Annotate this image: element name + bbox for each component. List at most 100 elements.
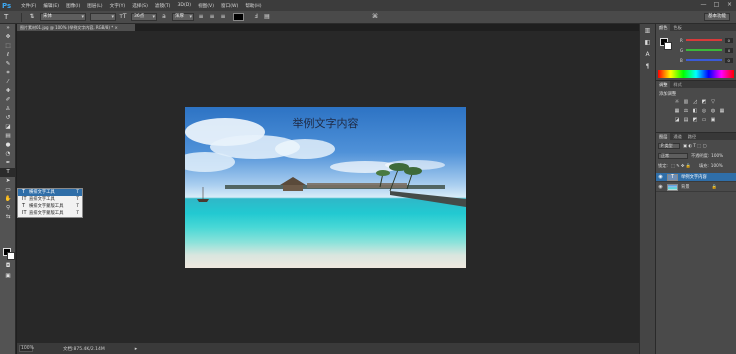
eraser-tool-icon[interactable]: ◪ xyxy=(0,123,16,132)
properties-panel-icon[interactable]: ◧ xyxy=(640,38,655,48)
3d-icon[interactable]: ⌘ xyxy=(371,13,379,21)
selective-color-icon[interactable]: ▣ xyxy=(710,117,716,123)
menu-image[interactable]: 图像(I) xyxy=(66,3,80,9)
pen-tool-icon[interactable]: ✒ xyxy=(0,159,16,168)
antialias-select[interactable]: 浑厚 xyxy=(172,13,194,21)
status-menu-arrow-icon[interactable]: ▸ xyxy=(135,346,138,352)
tab-channels[interactable]: 通道 xyxy=(670,133,684,140)
menu-select[interactable]: 选择(S) xyxy=(132,3,148,9)
healing-brush-tool-icon[interactable]: ✚ xyxy=(0,87,16,96)
blue-slider[interactable]: B 0 xyxy=(680,57,736,63)
layer-kind-filter[interactable]: P 类型 xyxy=(658,142,680,149)
filter-icons[interactable]: ▣ ◐ T ⬚ ▢ xyxy=(683,143,706,148)
brightness-icon[interactable]: ☼ xyxy=(674,99,680,105)
align-right-icon[interactable]: ≡ xyxy=(219,13,227,21)
red-slider[interactable]: R 0 xyxy=(680,37,736,43)
move-tool-icon[interactable]: ✥ xyxy=(0,33,16,42)
color-spectrum[interactable] xyxy=(658,70,734,78)
exposure-icon[interactable]: ◩ xyxy=(701,99,707,105)
close-button[interactable]: × xyxy=(725,1,734,9)
menu-filter[interactable]: 滤镜(T) xyxy=(155,3,171,9)
tab-color[interactable]: 颜色 xyxy=(656,24,671,31)
menu-help[interactable]: 帮助(H) xyxy=(245,3,261,9)
crop-tool-icon[interactable]: ⌗ xyxy=(0,69,16,78)
menu-view[interactable]: 视图(V) xyxy=(198,3,214,9)
menu-type[interactable]: 文字(Y) xyxy=(110,3,126,9)
blend-mode-select[interactable]: 正常 xyxy=(658,152,688,159)
slider-track[interactable] xyxy=(686,49,723,51)
visibility-eye-icon[interactable]: ◉ xyxy=(656,184,665,190)
slider-track[interactable] xyxy=(685,39,722,41)
align-left-icon[interactable]: ≡ xyxy=(197,13,205,21)
tab-styles[interactable]: 样式 xyxy=(670,81,684,88)
curves-icon[interactable]: ◿ xyxy=(692,99,698,105)
hand-tool-icon[interactable]: ✋ xyxy=(0,195,16,204)
green-slider[interactable]: G 0 xyxy=(680,47,736,53)
vibrance-icon[interactable]: ▽ xyxy=(710,99,716,105)
workspace-select[interactable]: 基本功能 xyxy=(704,13,730,21)
menu-window[interactable]: 窗口(W) xyxy=(221,3,238,9)
tab-swatches[interactable]: 色板 xyxy=(670,24,684,31)
background-color-swatch[interactable] xyxy=(7,252,15,260)
text-orientation-icon[interactable]: ⇅ xyxy=(28,13,36,21)
color-panel-background-swatch[interactable] xyxy=(664,42,672,50)
quick-mask-icon[interactable]: ◘ xyxy=(0,262,16,271)
maximize-button[interactable]: □ xyxy=(712,1,721,9)
threshold-icon[interactable]: ◩ xyxy=(692,117,698,123)
vertical-type-tool-item[interactable]: IT 直排文字工具 T xyxy=(18,196,82,203)
tab-paths[interactable]: 路径 xyxy=(685,133,699,140)
font-size-select[interactable]: 36点 xyxy=(131,13,157,21)
gradient-map-icon[interactable]: ▭ xyxy=(701,117,707,123)
slider-value[interactable]: 0 xyxy=(724,37,733,43)
type-tool-preset-icon[interactable]: T xyxy=(4,13,18,21)
opacity-value[interactable]: 100% xyxy=(711,153,723,158)
fill-value[interactable]: 100% xyxy=(711,163,723,168)
layer-text[interactable]: ◉ T 举例文字内容 xyxy=(656,173,736,182)
slider-value[interactable]: 0 xyxy=(725,47,734,53)
posterize-icon[interactable]: ▤ xyxy=(683,117,689,123)
path-select-tool-icon[interactable]: ➤ xyxy=(0,177,16,186)
slider-value[interactable]: 0 xyxy=(724,57,733,63)
paragraph-panel-icon[interactable]: ¶ xyxy=(640,62,655,72)
invert-icon[interactable]: ◪ xyxy=(674,117,680,123)
warp-text-icon[interactable]: Ⅎ xyxy=(252,13,260,21)
tab-adjustments[interactable]: 调整 xyxy=(656,81,671,88)
color-balance-icon[interactable]: ⚖ xyxy=(683,108,689,114)
image-canvas[interactable]: 举例文字内容 xyxy=(185,107,466,268)
text-color-swatch[interactable] xyxy=(233,13,244,21)
type-tool-icon[interactable]: T xyxy=(0,168,16,177)
lock-icons[interactable]: ⬚ ✎ ✥ 🔒 xyxy=(671,163,691,169)
quick-select-tool-icon[interactable]: ✎ xyxy=(0,60,16,69)
canvas-text-layer[interactable]: 举例文字内容 xyxy=(185,115,466,131)
font-family-select[interactable]: 宋体 xyxy=(40,13,86,21)
zoom-tool-icon[interactable]: ⚲ xyxy=(0,204,16,213)
dodge-tool-icon[interactable]: ◔ xyxy=(0,150,16,159)
brush-tool-icon[interactable]: ✐ xyxy=(0,96,16,105)
align-center-icon[interactable]: ≡ xyxy=(208,13,216,21)
menu-layer[interactable]: 图层(L) xyxy=(87,3,102,9)
tab-layers[interactable]: 图层 xyxy=(656,133,671,140)
levels-icon[interactable]: ▥ xyxy=(683,99,689,105)
character-panel-icon[interactable]: A xyxy=(640,50,655,60)
minimize-button[interactable]: — xyxy=(699,1,708,9)
visibility-eye-icon[interactable]: ◉ xyxy=(656,174,665,180)
collapse-icon[interactable]: » xyxy=(0,24,16,33)
photo-filter-icon[interactable]: ◎ xyxy=(701,108,707,114)
shape-tool-icon[interactable]: ▭ xyxy=(0,186,16,195)
horizontal-type-tool-item[interactable]: T 横排文字工具 T xyxy=(18,189,82,196)
lasso-tool-icon[interactable]: ℓ xyxy=(0,51,16,60)
slider-track[interactable] xyxy=(685,59,722,61)
color-lookup-icon[interactable]: ▦ xyxy=(719,108,725,114)
clone-stamp-tool-icon[interactable]: ♙ xyxy=(0,105,16,114)
horizontal-type-mask-tool-item[interactable]: T 横排文字蒙版工具 T xyxy=(18,203,82,210)
blur-tool-icon[interactable]: ● xyxy=(0,141,16,150)
menu-3d[interactable]: 3D(D) xyxy=(177,3,191,8)
vertical-type-mask-tool-item[interactable]: IT 直排文字蒙版工具 T xyxy=(18,210,82,217)
layer-background[interactable]: ◉ 背景 🔒 xyxy=(656,183,736,192)
layer-name[interactable]: 背景 xyxy=(681,184,690,190)
character-panel-icon[interactable]: ▤ xyxy=(263,13,271,21)
screen-mode-icon[interactable]: ▣ xyxy=(0,272,16,281)
black-white-icon[interactable]: ◧ xyxy=(692,108,698,114)
menu-edit[interactable]: 编辑(E) xyxy=(43,3,59,9)
marquee-tool-icon[interactable]: ⬚ xyxy=(0,42,16,51)
